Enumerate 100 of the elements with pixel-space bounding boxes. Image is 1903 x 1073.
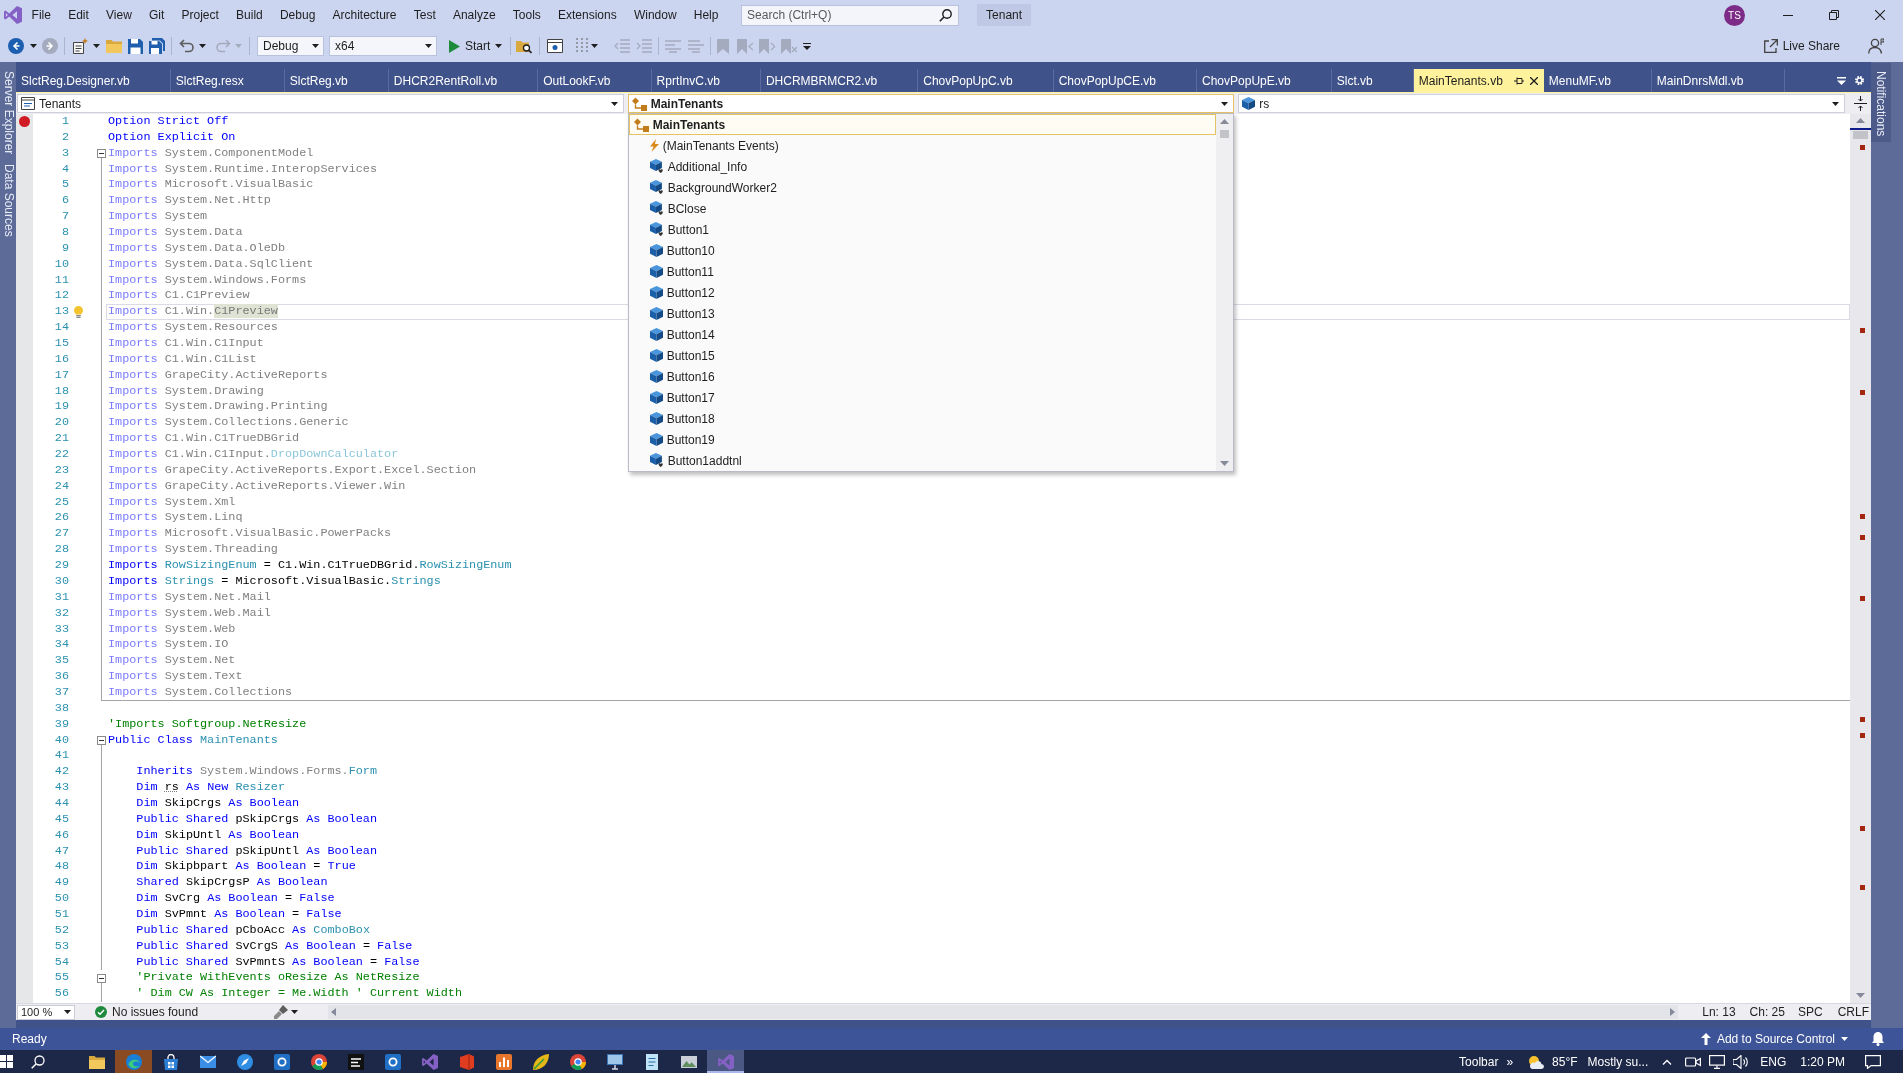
block-logo-icon[interactable] [458,1053,475,1070]
menu-item[interactable]: Debug [271,5,324,25]
dropdown-item[interactable]: Additional_Info [628,156,1217,177]
save-icon[interactable] [128,38,143,54]
minimize-icon[interactable] [1783,14,1793,16]
lightbulb-icon[interactable] [73,305,83,319]
ring-tile-icon[interactable] [384,1053,401,1070]
gear-icon[interactable] [1854,75,1865,86]
issues-status[interactable]: No issues found [112,1005,199,1019]
dropdown-item[interactable]: Button18 [628,408,1217,429]
tool-window-tab[interactable]: Notifications [1871,63,1891,143]
leaf-icon[interactable] [532,1053,549,1070]
dropdown-item[interactable]: Button14 [628,324,1217,345]
breakpoint-icon[interactable] [19,116,30,128]
start-button[interactable]: Start [445,35,507,57]
source-control-button[interactable]: Add to Source Control [1696,1032,1852,1046]
menu-item[interactable]: Project [172,5,228,25]
window-icon[interactable] [547,39,564,53]
page-sparkle-icon[interactable] [72,38,88,54]
notepad-icon[interactable] [643,1053,660,1070]
caret-icon[interactable] [425,44,432,48]
column-indicator[interactable]: Ch: 25 [1749,1005,1785,1019]
app-logo-icon[interactable] [4,6,22,24]
caret-icon[interactable] [312,44,319,48]
caret-icon[interactable] [199,44,206,48]
dropdown-item[interactable]: (MainTenants Events) [628,135,1217,156]
check-icon[interactable] [95,1006,107,1018]
menu-item[interactable]: View [97,5,141,25]
menu-item[interactable]: Tools [504,5,550,25]
temperature[interactable]: 85°F [1552,1054,1578,1069]
search-icon[interactable] [31,1054,45,1069]
up-arrow-icon[interactable] [1700,1033,1711,1045]
search-field[interactable]: Search (Ctrl+Q) [741,4,960,26]
menu-item[interactable]: Git [140,5,173,25]
brush-icon[interactable] [274,1005,288,1019]
back-icon[interactable] [8,38,24,54]
document-tab[interactable]: MainTenants.vb [1413,69,1544,92]
platform-dropdown[interactable]: x64 [329,36,437,56]
monitor-icon[interactable] [606,1053,623,1070]
monitor-icon[interactable] [1709,1054,1726,1069]
menu-item[interactable]: Build [227,5,272,25]
caret-icon[interactable] [495,44,503,48]
dropdown-item[interactable]: Button13 [628,303,1217,324]
lines-box-icon[interactable] [347,1053,364,1070]
caret-icon[interactable] [1832,101,1839,106]
menu-item[interactable]: File [23,5,60,25]
play-icon[interactable] [449,39,460,53]
dropdown-item[interactable]: Button1addtnl [628,450,1217,471]
chevron-up-icon[interactable] [1662,1058,1673,1065]
caret-icon[interactable] [291,1010,298,1014]
dropdown-item[interactable]: Button12 [628,282,1217,303]
dropdown-item[interactable]: Button15 [628,345,1217,366]
live-share-button[interactable]: Live Share [1759,35,1844,57]
toolbar-label[interactable]: Toolbar [1459,1054,1499,1069]
restore-icon[interactable] [1829,10,1839,20]
dropdown-item[interactable]: Button17 [628,387,1217,408]
line-indicator[interactable]: Ln: 13 [1702,1005,1736,1019]
bell-icon[interactable] [1872,1032,1884,1046]
line-ending-indicator[interactable]: CRLF [1837,1005,1869,1019]
right-arrow-icon[interactable] [1670,1008,1676,1016]
project-dropdown[interactable]: Tenants [17,94,624,113]
caret-icon[interactable] [1221,101,1229,106]
envelope-icon[interactable] [199,1053,216,1070]
scrollbar[interactable] [1216,114,1234,471]
configuration-dropdown[interactable]: Debug [257,36,324,56]
overflow-icon[interactable] [803,42,812,50]
taskbar-button[interactable] [707,1050,744,1073]
caret-icon[interactable] [30,44,37,48]
menu-item[interactable]: Extensions [549,5,626,25]
dropdown-item[interactable]: Button16 [628,366,1217,387]
undo-icon[interactable] [179,39,195,53]
collapse-icon[interactable] [96,149,106,159]
start-icon[interactable] [0,1055,13,1068]
save-all-icon[interactable] [149,38,165,54]
split-icon[interactable] [1853,96,1867,111]
menu-item[interactable]: Edit [59,5,98,25]
menu-item[interactable]: Analyze [444,5,505,25]
ring-tile-icon[interactable] [273,1053,290,1070]
overflow-chevron[interactable]: » [1506,1054,1514,1069]
menu-item[interactable]: Window [625,5,686,25]
speech-bubble-icon[interactable] [1865,1054,1881,1069]
speaker-icon[interactable] [1733,1054,1750,1069]
vertical-scrollbar[interactable] [1850,114,1871,1003]
dropdown-item[interactable]: Button19 [628,429,1217,450]
folder-search-icon[interactable] [516,38,533,54]
menu-item[interactable]: Test [405,5,445,25]
dropdown-item[interactable]: BackgroundWorker2 [628,177,1217,198]
swirl-icon[interactable] [125,1053,142,1070]
collapse-icon[interactable] [96,735,106,745]
language-indicator[interactable]: ENG [1760,1054,1787,1069]
camera-icon[interactable] [1685,1055,1702,1068]
dropdown-item[interactable]: Button10 [628,240,1217,261]
person-icon[interactable] [1868,38,1884,54]
caret-icon[interactable] [610,101,618,106]
dropdown-icon[interactable] [1837,76,1846,85]
compass-icon[interactable] [236,1053,253,1070]
pin-icon[interactable] [1513,76,1524,85]
bag-icon[interactable] [162,1053,179,1070]
menu-item[interactable]: Help [685,5,728,25]
dropdown-item[interactable]: Button1 [628,219,1217,240]
